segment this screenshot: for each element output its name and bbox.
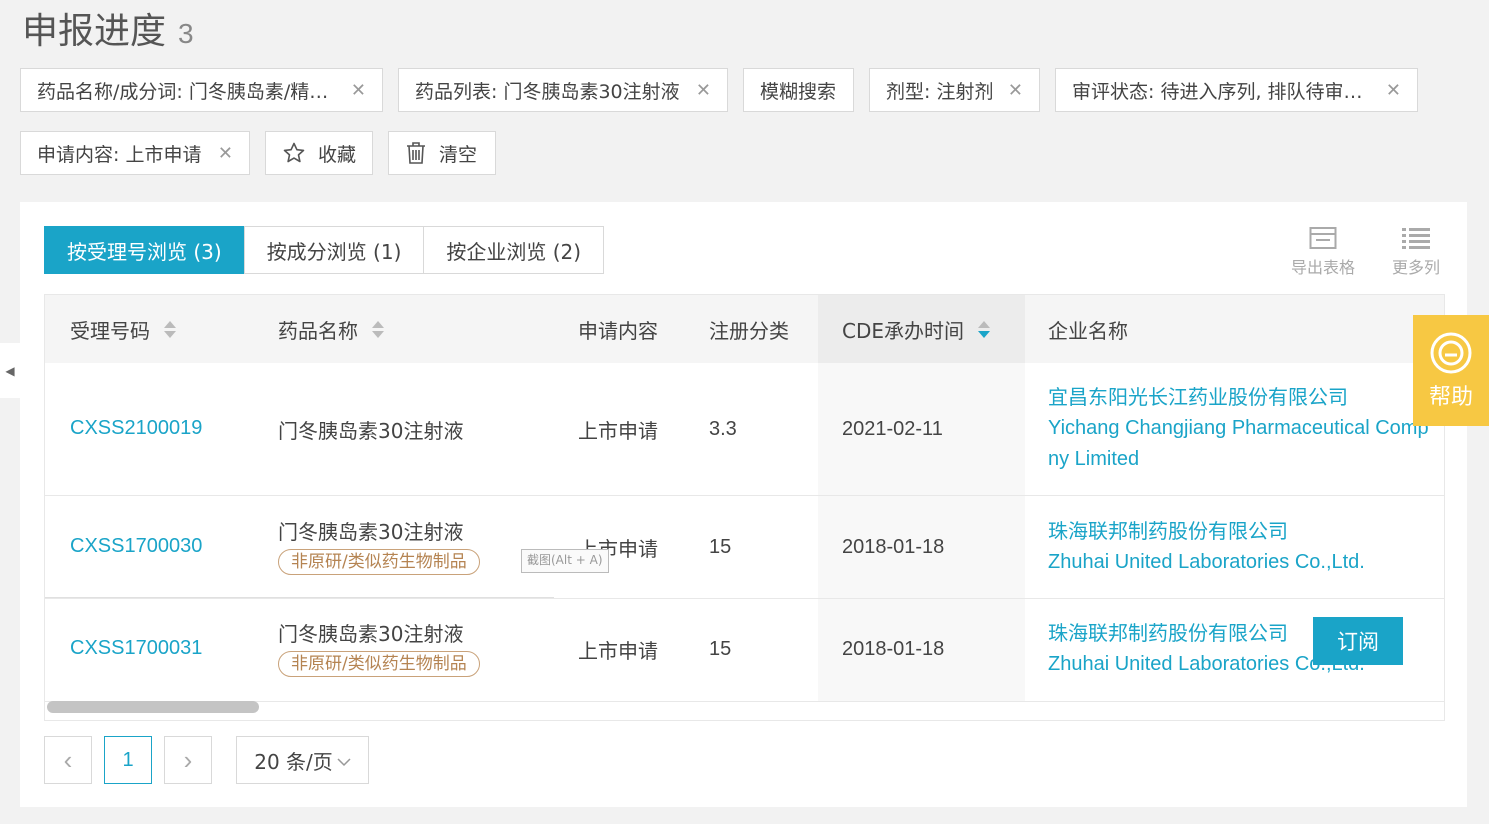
drug-name[interactable]: 门冬胰岛素30注射液: [278, 415, 463, 444]
clear-button[interactable]: 清空: [388, 131, 496, 175]
table-row: CXSS1700030 门冬胰岛素30注射液 非原研/类似药生物制品 上市申请 …: [45, 496, 1444, 599]
apply-content: 上市申请: [578, 419, 658, 443]
export-table-button[interactable]: 导出表格: [1288, 226, 1358, 278]
caret-left-icon: ◀: [5, 363, 15, 378]
drug-name[interactable]: 门冬胰岛素30注射液 非原研/类似药生物制品: [278, 618, 480, 677]
table-row: CXSS1700031 门冬胰岛素30注射液 非原研/类似药生物制品 上市申请 …: [45, 599, 1444, 702]
tab-by-company[interactable]: 按企业浏览 (2): [423, 226, 605, 274]
sort-icon[interactable]: [372, 320, 384, 338]
close-icon[interactable]: ✕: [341, 80, 366, 101]
tab-by-ingredient[interactable]: 按成分浏览 (1): [243, 226, 425, 274]
apply-content: 上市申请: [578, 639, 658, 663]
sort-icon[interactable]: [164, 320, 176, 338]
cde-date: 2021-02-11: [842, 418, 943, 440]
subscribe-button[interactable]: 订阅: [1313, 617, 1403, 665]
page-title: 申报进度 3: [22, 11, 194, 52]
column-header-drug-name[interactable]: 药品名称: [278, 295, 384, 363]
company-link[interactable]: 宜昌东阳光长江药业股份有限公司 Yichang Changjiang Pharm…: [1048, 382, 1429, 475]
cde-date: 2018-01-18: [842, 638, 945, 660]
tab-by-acceptance-no[interactable]: 按受理号浏览 (3): [44, 226, 245, 274]
filter-chip-drug-name[interactable]: 药品名称/成分词: 门冬胰岛素/精… ✕: [20, 68, 383, 112]
filter-chip-review-status[interactable]: 审评状态: 待进入序列, 排队待审… ✕: [1055, 68, 1418, 112]
close-icon[interactable]: ✕: [1376, 80, 1401, 101]
filter-chip-apply-content[interactable]: 申请内容: 上市申请 ✕: [20, 131, 250, 175]
result-count: 3: [178, 18, 194, 49]
favorite-button[interactable]: 收藏: [265, 131, 373, 175]
results-table: 受理号码 药品名称 申请内容 注册分类 CDE承办时间 企业名称 CXSS210…: [44, 294, 1445, 721]
filter-chip-fuzzy[interactable]: 模糊搜索: [743, 68, 854, 112]
column-header-acceptance-no[interactable]: 受理号码: [70, 295, 176, 363]
trash-icon: [405, 141, 427, 165]
sidebar-collapse-handle[interactable]: ◀: [0, 343, 20, 398]
close-icon[interactable]: ✕: [686, 80, 711, 101]
chevron-down-icon: [337, 748, 351, 772]
star-icon: [282, 141, 306, 165]
table-row: CXSS2100019 门冬胰岛素30注射液 上市申请 3.3 2021-02-…: [45, 363, 1444, 496]
screenshot-tooltip: 截图(Alt + A): [521, 549, 609, 573]
biosimilar-badge: 非原研/类似药生物制品: [278, 651, 480, 677]
acceptance-no-link[interactable]: CXSS1700031: [70, 637, 202, 660]
table-export-icon: [1309, 227, 1337, 249]
acceptance-no-link[interactable]: CXSS2100019: [70, 417, 202, 440]
reg-class: 15: [709, 536, 732, 558]
column-header-cde-date[interactable]: CDE承办时间: [818, 295, 1025, 363]
filter-chip-drug-list[interactable]: 药品列表: 门冬胰岛素30注射液 ✕: [398, 68, 728, 112]
drug-name[interactable]: 门冬胰岛素30注射液 非原研/类似药生物制品: [278, 516, 480, 575]
page-size-select[interactable]: 20 条/页: [236, 736, 369, 784]
help-icon: [1430, 332, 1472, 373]
more-columns-button[interactable]: 更多列: [1381, 226, 1451, 278]
next-page-button[interactable]: ›: [164, 736, 212, 784]
help-button[interactable]: 帮助: [1413, 315, 1489, 426]
close-icon[interactable]: ✕: [208, 143, 233, 164]
filter-chip-dosage[interactable]: 剂型: 注射剂 ✕: [869, 68, 1040, 112]
column-header-reg-class: 注册分类: [709, 318, 789, 343]
reg-class: 15: [709, 638, 732, 660]
column-header-company: 企业名称: [1048, 318, 1128, 343]
horizontal-scrollbar[interactable]: [47, 701, 259, 713]
row-divider: [45, 597, 554, 598]
prev-page-button[interactable]: ‹: [44, 736, 92, 784]
biosimilar-badge: 非原研/类似药生物制品: [278, 549, 480, 575]
page-1-button[interactable]: 1: [104, 736, 152, 784]
table-header: 受理号码 药品名称 申请内容 注册分类 CDE承办时间 企业名称: [45, 295, 1444, 363]
view-tabs: 按受理号浏览 (3) 按成分浏览 (1) 按企业浏览 (2): [44, 226, 605, 274]
column-header-apply-content: 申请内容: [578, 318, 658, 343]
company-link[interactable]: 珠海联邦制药股份有限公司 Zhuhai United Laboratories …: [1048, 516, 1365, 578]
reg-class: 3.3: [709, 418, 737, 440]
list-icon: [1402, 228, 1430, 249]
close-icon[interactable]: ✕: [998, 80, 1023, 101]
results-panel: 按受理号浏览 (3) 按成分浏览 (1) 按企业浏览 (2) 导出表格 更多列 …: [20, 202, 1467, 807]
acceptance-no-link[interactable]: CXSS1700030: [70, 535, 202, 558]
cde-date: 2018-01-18: [842, 536, 945, 558]
sort-icon[interactable]: [978, 320, 991, 338]
